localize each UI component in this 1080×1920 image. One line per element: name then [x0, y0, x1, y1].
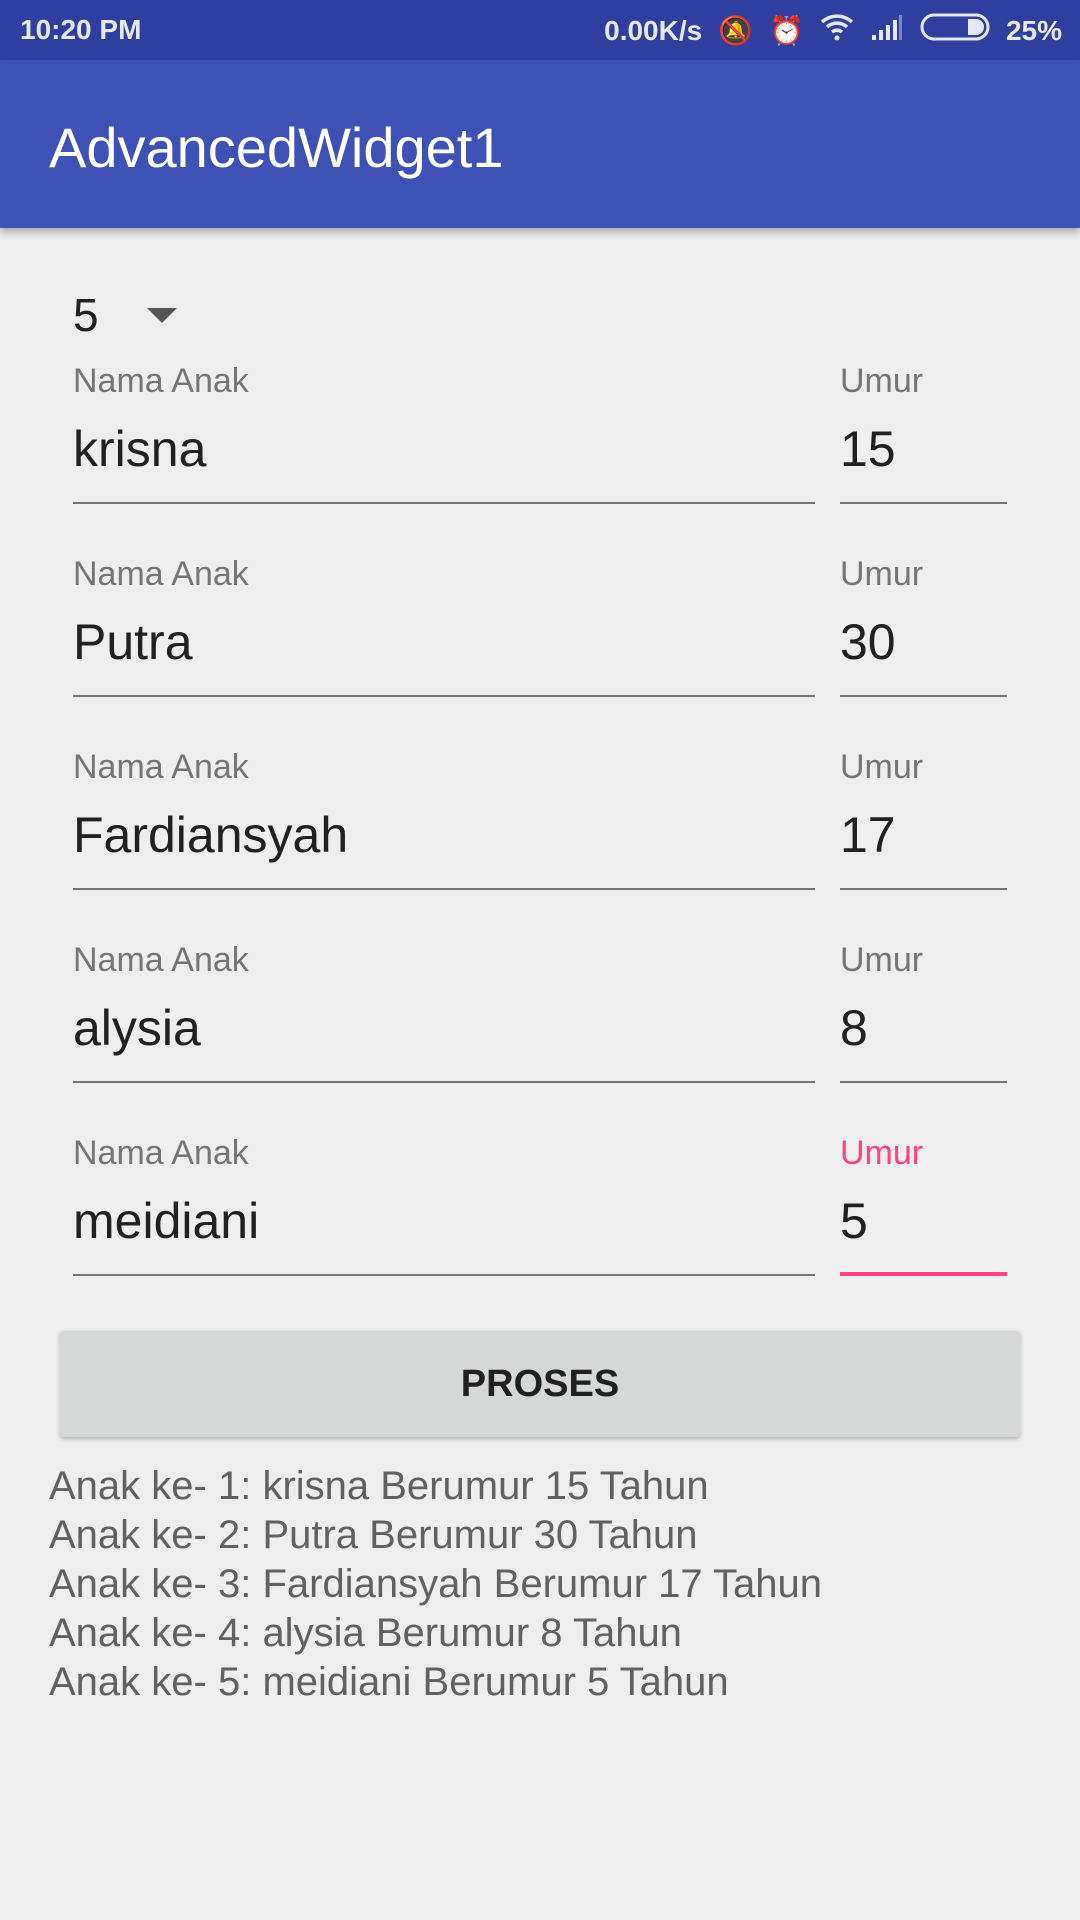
results-text: Anak ke- 1: krisna Berumur 15 Tahun Anak… [49, 1462, 822, 1707]
child-row: Nama Anak Umur meidiani 5 [0, 1134, 1080, 1327]
result-line: Anak ke- 2: Putra Berumur 30 Tahun [49, 1513, 698, 1557]
proses-button[interactable]: PROSES [60, 1331, 1020, 1437]
wifi-icon [820, 13, 854, 48]
status-bar: 10:20 PM 0.00K/s 🔕 ⏰ 25% [0, 0, 1080, 60]
name-input[interactable]: krisna [73, 414, 815, 504]
child-row: Nama Anak Umur krisna 15 [0, 362, 1080, 555]
app-title: AdvancedWidget1 [49, 116, 504, 179]
age-label: Umur [840, 748, 924, 786]
alarm-icon: ⏰ [769, 15, 804, 46]
battery-percent: 25% [1005, 14, 1062, 46]
name-input[interactable]: Fardiansyah [73, 800, 815, 890]
child-row: Nama Anak Umur alysia 8 [0, 941, 1080, 1134]
age-label: Umur [840, 362, 924, 400]
count-spinner[interactable]: 5 [73, 288, 177, 342]
name-label: Nama Anak [73, 362, 249, 400]
name-input[interactable]: Putra [73, 607, 815, 697]
app-bar: AdvancedWidget1 [0, 60, 1080, 228]
dropdown-arrow-icon [146, 307, 177, 323]
age-input-focused[interactable]: 5 [840, 1186, 1007, 1276]
result-line: Anak ke- 5: meidiani Berumur 5 Tahun [49, 1660, 729, 1704]
notification-off-icon: 🔕 [718, 15, 754, 46]
spinner-value: 5 [73, 289, 99, 341]
name-label: Nama Anak [73, 941, 249, 979]
signal-icon [870, 13, 904, 48]
result-line: Anak ke- 4: alysia Berumur 8 Tahun [49, 1611, 682, 1655]
age-input[interactable]: 8 [840, 993, 1007, 1083]
network-speed: 0.00K/s [604, 14, 703, 46]
age-label: Umur [840, 941, 924, 979]
name-input[interactable]: meidiani [73, 1186, 815, 1276]
child-row: Nama Anak Umur Fardiansyah 17 [0, 748, 1080, 941]
age-label: Umur [840, 555, 924, 593]
name-input[interactable]: alysia [73, 993, 815, 1083]
age-input[interactable]: 17 [840, 800, 1007, 890]
child-row: Nama Anak Umur Putra 30 [0, 555, 1080, 748]
battery-icon [920, 12, 990, 49]
result-line: Anak ke- 1: krisna Berumur 15 Tahun [49, 1464, 709, 1508]
age-label: Umur [840, 1134, 924, 1172]
name-label: Nama Anak [73, 748, 249, 786]
status-time: 10:20 PM [20, 14, 142, 45]
name-label: Nama Anak [73, 555, 249, 593]
name-label: Nama Anak [73, 1134, 249, 1172]
result-line: Anak ke- 3: Fardiansyah Berumur 17 Tahun [49, 1562, 823, 1606]
age-input[interactable]: 15 [840, 414, 1007, 504]
age-input[interactable]: 30 [840, 607, 1007, 697]
